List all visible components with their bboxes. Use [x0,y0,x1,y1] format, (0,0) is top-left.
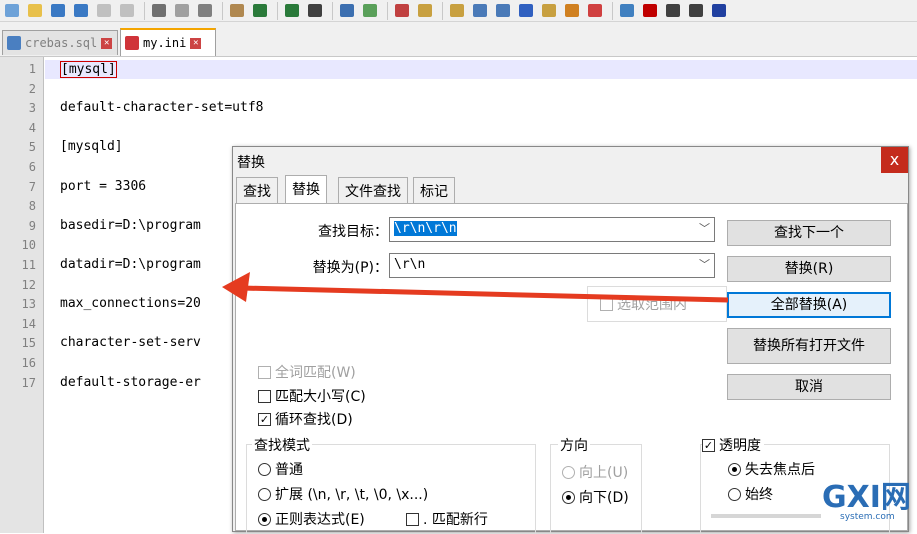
arrow-shaft [241,285,729,303]
annotation-arrow [222,272,729,303]
watermark-logo: GXI网 system.com [822,482,917,532]
arrow-head [222,272,250,302]
watermark-text: GXI网 [822,480,911,515]
